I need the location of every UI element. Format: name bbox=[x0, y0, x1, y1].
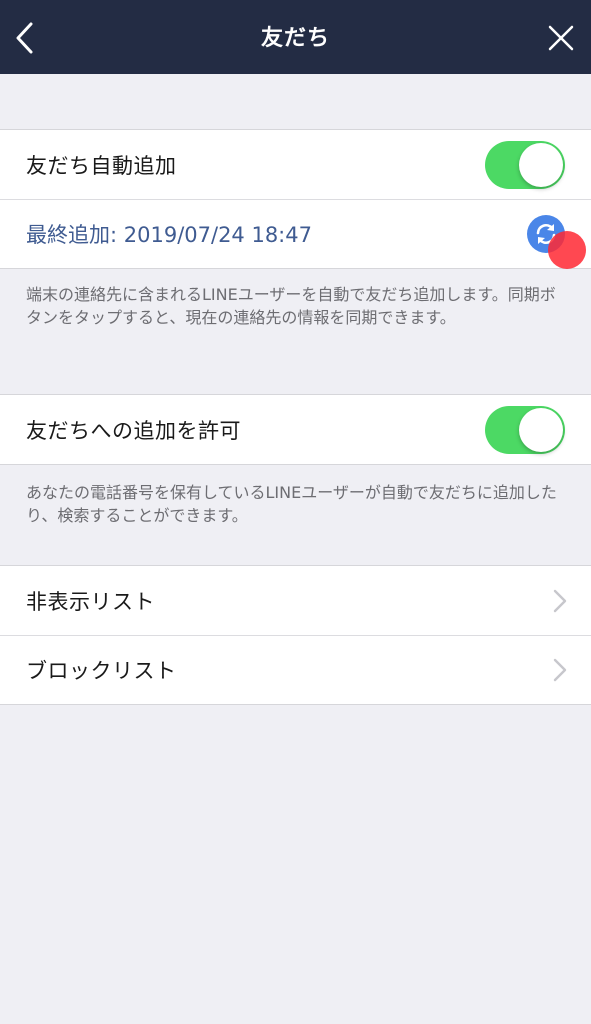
block-list-label: ブロックリスト bbox=[26, 658, 177, 683]
chevron-right-icon bbox=[553, 658, 567, 682]
header-bar: 友だち bbox=[0, 0, 591, 74]
allow-add-row: 友だちへの追加を許可 bbox=[0, 395, 591, 464]
auto-add-label: 友だち自動追加 bbox=[26, 153, 177, 178]
allow-add-toggle[interactable] bbox=[485, 405, 565, 454]
last-added-row: 最終追加: 2019/07/24 18:47 bbox=[0, 199, 591, 268]
list-item-hidden[interactable]: 非表示リスト bbox=[0, 566, 591, 635]
allow-add-label: 友だちへの追加を許可 bbox=[26, 418, 241, 443]
chevron-right-icon bbox=[553, 589, 567, 613]
toggle-knob bbox=[519, 407, 563, 452]
list-item-block[interactable]: ブロックリスト bbox=[0, 635, 591, 704]
allow-add-group: 友だちへの追加を許可 bbox=[0, 394, 591, 465]
auto-add-group: 友だち自動追加 最終追加: 2019/07/24 18:47 bbox=[0, 129, 591, 269]
lists-group: 非表示リスト ブロックリスト bbox=[0, 565, 591, 705]
last-added-text: 最終追加: 2019/07/24 18:47 bbox=[26, 222, 312, 247]
auto-add-note: 端末の連絡先に含まれるLINEユーザーを自動で友だち追加します。同期ボタンをタッ… bbox=[26, 285, 556, 327]
auto-add-row: 友だち自動追加 bbox=[0, 130, 591, 199]
page-title: 友だち bbox=[260, 26, 330, 51]
auto-add-toggle[interactable] bbox=[485, 140, 565, 189]
close-icon bbox=[548, 25, 574, 51]
close-button[interactable] bbox=[541, 18, 581, 58]
toggle-knob bbox=[519, 142, 563, 187]
touch-indicator bbox=[548, 231, 586, 269]
hidden-list-label: 非表示リスト bbox=[26, 589, 155, 614]
allow-add-note: あなたの電話番号を保有しているLINEユーザーが自動で友だちに追加したり、検索す… bbox=[26, 483, 557, 525]
